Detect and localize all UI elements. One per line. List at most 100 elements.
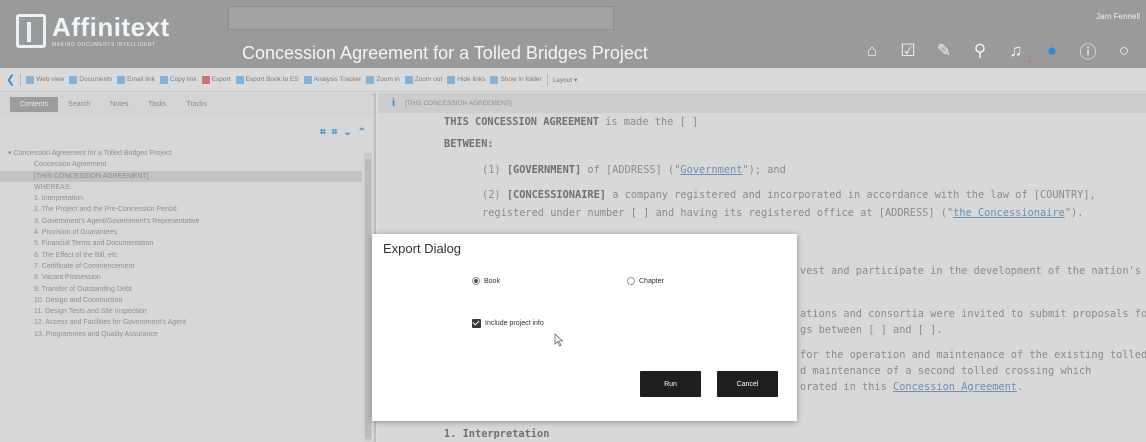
include-project-info-checkbox[interactable] <box>472 319 481 328</box>
export-button[interactable]: Export <box>201 75 231 84</box>
paragraph: for the operation and maintenance of the… <box>800 349 1146 361</box>
analysis-icon <box>303 75 312 84</box>
paragraph: orated in this Concession Agreement. <box>800 381 1024 393</box>
tree-item[interactable]: Concession Agreement <box>0 159 362 170</box>
collapse-all-icon[interactable]: ⌗ <box>332 127 338 138</box>
tree-item-selected[interactable]: [THIS CONCESSION AGREEMENT] <box>0 170 362 182</box>
section-crumb: [THIS CONCESSION AGREEMENT] <box>405 99 512 107</box>
zoom-in-icon <box>366 75 375 84</box>
export-book-icon <box>235 75 244 84</box>
include-project-info-option[interactable]: Include project info <box>472 319 544 328</box>
tree-item[interactable]: 2. The Project and the Pre-Concession Pe… <box>0 204 362 215</box>
tree-item[interactable]: 12. Access and Facilities for Government… <box>0 317 362 328</box>
logo-title: Affinitext <box>52 12 170 42</box>
documents-button[interactable]: Documents <box>69 75 112 84</box>
app-header: Affinitext MAKING DOCUMENTS INTELLIGENT … <box>0 0 1146 68</box>
tab-tasks[interactable]: Tasks <box>139 97 177 112</box>
tree-item[interactable]: 7. Certificate of Commencement <box>0 261 362 272</box>
web-view-button[interactable]: Web view <box>26 75 64 84</box>
book-label: Book <box>484 277 500 285</box>
include-project-info-label: Include project info <box>485 320 544 327</box>
export-book-button[interactable]: Export Book to ES <box>235 75 299 84</box>
paragraph: (1) [GOVERNMENT] of [ADDRESS] ("Governme… <box>482 164 786 176</box>
tree-item[interactable]: 11. Design Tests and Site Inspection <box>0 306 362 317</box>
tree-item[interactable]: WHEREAS: <box>0 182 362 193</box>
chat-icon[interactable]: ● <box>1042 41 1062 61</box>
book-radio[interactable] <box>472 277 480 285</box>
tree-item[interactable]: 6. The Effect of the Bill, etc <box>0 250 362 261</box>
paragraph: vest and participate in the development … <box>800 265 1141 277</box>
logo-subtitle: MAKING DOCUMENTS INTELLIGENT <box>52 42 156 48</box>
layout-dropdown[interactable]: Layout ▾ <box>553 76 578 84</box>
paragraph: gs between [ ] and [ ]. <box>800 324 943 336</box>
expand-all-icon[interactable]: ⌗ <box>320 127 326 138</box>
cancel-button[interactable]: Cancel <box>717 371 778 397</box>
tree-item[interactable]: 8. Vacant Possession <box>0 272 362 283</box>
defined-term-link[interactable]: the Concessionaire <box>953 207 1065 219</box>
defined-term-link[interactable]: Government <box>680 164 742 176</box>
dialog-title: Export Dialog <box>383 241 462 256</box>
scrollbar-thumb[interactable] <box>365 159 371 439</box>
edit-doc-icon[interactable]: ✎ <box>934 41 954 61</box>
mouse-cursor-icon <box>554 333 564 347</box>
zoom-in-button[interactable]: Zoom in <box>366 75 400 84</box>
chevron-down-icon[interactable]: ⌄ <box>343 127 351 138</box>
analysis-tracker-button[interactable]: Analysis Tracker <box>303 75 361 84</box>
panel-tabs: Contents Search Notes Tasks Tracks <box>0 93 374 115</box>
tab-notes[interactable]: Notes <box>100 97 138 112</box>
wrench-icon[interactable]: ⚲ <box>970 41 990 61</box>
paragraph: THIS CONCESSION AGREEMENT is made the [ … <box>444 116 699 128</box>
tab-tracks[interactable]: Tracks <box>176 97 217 112</box>
tree-item[interactable]: 9. Transfer of Outstanding Debt <box>0 284 362 295</box>
show-in-folder-button[interactable]: Show in folder <box>490 75 542 84</box>
tree-item[interactable]: 5. Financial Terms and Documentation <box>0 238 362 249</box>
tree-scrollbar[interactable] <box>364 153 372 441</box>
document-title: Concession Agreement for a Tolled Bridge… <box>242 43 648 63</box>
chapter-label: Chapter <box>639 277 664 285</box>
email-link-button[interactable]: Email link <box>117 75 155 84</box>
copy-link-icon <box>159 75 168 84</box>
chevron-up-icon[interactable]: ⌃ <box>358 127 366 138</box>
back-arrow-icon[interactable]: ❮ <box>6 73 15 86</box>
chapter-radio-option[interactable]: Chapter <box>627 277 664 285</box>
hide-links-button[interactable]: Hide links <box>447 75 485 84</box>
checklist-icon[interactable]: ☑ <box>898 41 918 61</box>
tab-search[interactable]: Search <box>58 97 100 112</box>
paragraph: registered under number [ ] and having i… <box>482 207 1084 219</box>
top-search-box[interactable] <box>228 6 614 30</box>
web-view-icon <box>26 75 35 84</box>
search-icon[interactable]: ○ <box>1114 41 1134 61</box>
chapter-radio[interactable] <box>627 277 635 285</box>
contents-panel: Contents Search Notes Tasks Tracks ⌗ ⌗ ⌄… <box>0 93 376 442</box>
info-icon[interactable]: i <box>392 97 395 109</box>
home-icon[interactable]: ⌂ <box>862 41 882 61</box>
export-dialog: Export Dialog Book Chapter Include proje… <box>372 234 797 421</box>
section-heading: 1. Interpretation <box>444 428 550 440</box>
tree-item[interactable]: ▾ Concession Agreement for a Tolled Brid… <box>0 148 362 159</box>
bell-icon[interactable]: ♫ 1 <box>1006 41 1032 64</box>
toolbar-divider <box>20 73 22 86</box>
affinitext-logo[interactable]: Affinitext MAKING DOCUMENTS INTELLIGENT <box>16 14 170 48</box>
logo-icon <box>16 14 46 48</box>
paragraph: (2) [CONCESSIONAIRE] a company registere… <box>482 189 1096 201</box>
paragraph: d maintenance of a second tolled crossin… <box>800 365 1092 377</box>
tree-item[interactable]: 1. Interpretation <box>0 193 362 204</box>
toolbar-divider <box>546 73 548 86</box>
copy-link-button[interactable]: Copy link <box>159 75 197 84</box>
toolbar: ❮ Web view Documents Email link Copy lin… <box>0 68 1146 92</box>
user-name[interactable]: Jarn Fennell <box>1096 12 1140 21</box>
tree-item[interactable]: 3. Government's Agent/Government's Repre… <box>0 216 362 227</box>
contents-tree: ▾ Concession Agreement for a Tolled Brid… <box>0 148 362 340</box>
paragraph: BETWEEN: <box>444 138 494 150</box>
tree-item[interactable]: 4. Provision of Guarantees <box>0 227 362 238</box>
book-radio-option[interactable]: Book <box>472 277 500 285</box>
export-icon <box>201 75 210 84</box>
zoom-out-button[interactable]: Zoom out <box>404 75 442 84</box>
hide-links-icon <box>447 75 456 84</box>
tree-item[interactable]: 10. Design and Construction <box>0 295 362 306</box>
info-icon[interactable]: ⓘ <box>1078 38 1098 63</box>
run-button[interactable]: Run <box>640 371 701 397</box>
defined-term-link[interactable]: Concession Agreement <box>893 381 1017 393</box>
tab-contents[interactable]: Contents <box>10 96 59 112</box>
tree-item[interactable]: 13. Programmes and Quality Assurance <box>0 329 362 340</box>
